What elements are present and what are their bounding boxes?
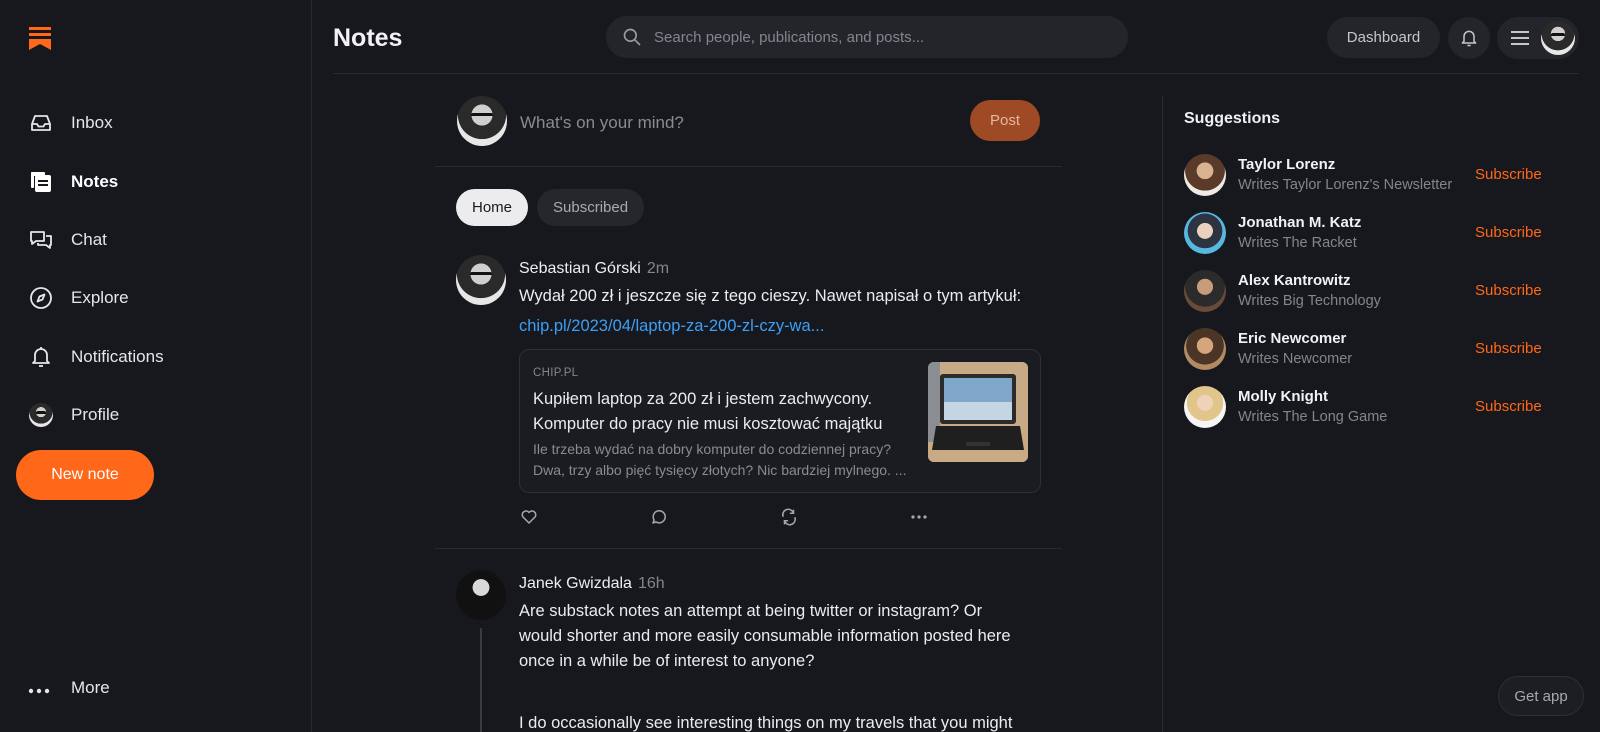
tab-home[interactable]: Home xyxy=(456,189,529,226)
suggestion-name[interactable]: Taylor Lorenz xyxy=(1238,156,1335,173)
profile-avatar-wrapper xyxy=(28,402,54,428)
feed-tabs: Home Subscribed xyxy=(456,189,645,226)
post-actions xyxy=(519,507,929,527)
chat-icon xyxy=(28,227,54,253)
restack-icon[interactable] xyxy=(779,507,799,527)
post-text: Are substack notes an attempt at being t… xyxy=(519,602,1011,670)
post-time: 2m xyxy=(646,260,670,277)
avatar[interactable] xyxy=(1184,154,1226,196)
like-icon[interactable] xyxy=(519,507,539,527)
composer-input[interactable]: What's on your mind? xyxy=(520,113,684,133)
suggestion-subtitle: Writes Big Technology xyxy=(1238,293,1381,309)
note-post: Sebastian Górski 2m Wydał 200 zł i jeszcz… xyxy=(456,255,1041,535)
sidebar-item-notifications[interactable]: Notifications xyxy=(0,328,312,386)
header-divider xyxy=(333,73,1579,74)
suggestion-name[interactable]: Molly Knight xyxy=(1238,388,1328,405)
get-app-button[interactable]: Get app xyxy=(1498,676,1584,716)
post-header: Sebastian Górski 2m xyxy=(519,260,669,278)
search-bar[interactable] xyxy=(606,16,1128,58)
sidebar-item-profile[interactable]: Profile xyxy=(0,386,312,444)
post-link[interactable]: chip.pl/2023/04/laptop-za-200-zl-czy-wa.… xyxy=(519,317,824,336)
avatar[interactable] xyxy=(456,570,506,620)
suggestion-item: Molly Knight Writes The Long Game Subscr… xyxy=(1184,386,1574,434)
column-divider xyxy=(1162,96,1163,732)
note-composer: What's on your mind? Post xyxy=(435,96,1062,167)
subscribe-button[interactable]: Subscribe xyxy=(1475,398,1542,415)
more-dots-icon xyxy=(28,682,54,694)
sidebar-nav: Inbox Notes Chat Explore Notifications P… xyxy=(0,94,312,444)
avatar[interactable] xyxy=(1184,386,1226,428)
note-post: Janek Gwizdala 16h Are substack notes an … xyxy=(456,570,1041,732)
sidebar-item-label: Profile xyxy=(71,405,120,425)
sidebar-item-inbox[interactable]: Inbox xyxy=(0,94,312,152)
author-name[interactable]: Janek Gwizdala xyxy=(519,575,632,592)
suggestion-subtitle: Writes Taylor Lorenz's Newsletter xyxy=(1238,177,1453,193)
sidebar-item-label: Notes xyxy=(71,171,119,191)
sidebar-item-label: Explore xyxy=(71,288,129,308)
subscribe-button[interactable]: Subscribe xyxy=(1475,166,1542,183)
post-time: 16h xyxy=(637,575,665,592)
more-label: More xyxy=(71,678,110,697)
avatar[interactable] xyxy=(456,255,506,305)
card-source: CHIP.PL xyxy=(533,367,579,379)
subscribe-button[interactable]: Subscribe xyxy=(1475,282,1542,299)
page-title: Notes xyxy=(333,24,403,52)
post-divider xyxy=(435,548,1062,549)
compass-icon xyxy=(28,285,54,311)
link-preview-card[interactable]: CHIP.PL Kupiłem laptop za 200 zł i jeste… xyxy=(519,349,1041,493)
avatar[interactable] xyxy=(1184,328,1226,370)
subscribe-button[interactable]: Subscribe xyxy=(1475,340,1542,357)
search-icon xyxy=(623,28,641,46)
suggestion-item: Taylor Lorenz Writes Taylor Lorenz's New… xyxy=(1184,154,1574,202)
post-header: Janek Gwizdala 16h xyxy=(519,575,665,593)
avatar xyxy=(1541,21,1575,55)
suggestion-name[interactable]: Alex Kantrowitz xyxy=(1238,272,1351,289)
suggestion-name[interactable]: Jonathan M. Katz xyxy=(1238,214,1361,231)
sidebar: Inbox Notes Chat Explore Notifications P… xyxy=(0,0,312,732)
suggestion-subtitle: Writes The Long Game xyxy=(1238,409,1388,425)
sidebar-item-chat[interactable]: Chat xyxy=(0,211,312,269)
more-button[interactable]: More xyxy=(28,678,110,698)
subscribe-button[interactable]: Subscribe xyxy=(1475,224,1542,241)
author-name[interactable]: Sebastian Górski xyxy=(519,260,641,277)
thread-line xyxy=(480,628,482,732)
avatar[interactable] xyxy=(1184,212,1226,254)
substack-logo-icon[interactable] xyxy=(28,26,52,50)
notifications-button[interactable] xyxy=(1448,17,1490,59)
user-menu-button[interactable] xyxy=(1497,17,1579,59)
bell-icon xyxy=(28,344,54,370)
suggestions-title: Suggestions xyxy=(1184,110,1281,127)
inbox-icon xyxy=(28,110,54,136)
post-text-continued: I do occasionally see interesting things… xyxy=(519,714,1013,732)
suggestion-subtitle: Writes The Racket xyxy=(1238,235,1357,251)
bell-icon xyxy=(1461,30,1477,47)
post-button[interactable]: Post xyxy=(970,100,1040,141)
dashboard-button[interactable]: Dashboard xyxy=(1327,17,1440,58)
avatar[interactable] xyxy=(1184,270,1226,312)
more-options-icon[interactable] xyxy=(909,507,929,527)
search-input[interactable] xyxy=(654,28,1094,46)
sidebar-item-label: Inbox xyxy=(71,113,113,133)
tab-subscribed[interactable]: Subscribed xyxy=(537,189,645,226)
suggestion-item: Alex Kantrowitz Writes Big Technology Su… xyxy=(1184,270,1574,318)
avatar xyxy=(457,96,507,146)
suggestion-name[interactable]: Eric Newcomer xyxy=(1238,330,1346,347)
avatar xyxy=(29,403,53,428)
comment-icon[interactable] xyxy=(649,507,669,527)
sidebar-item-label: Notifications xyxy=(71,346,164,366)
suggestion-subtitle: Writes Newcomer xyxy=(1238,351,1353,367)
card-thumbnail xyxy=(928,362,1028,462)
sidebar-item-explore[interactable]: Explore xyxy=(0,269,312,327)
new-note-button[interactable]: New note xyxy=(16,450,154,500)
suggestion-item: Jonathan M. Katz Writes The Racket Subsc… xyxy=(1184,212,1574,260)
hamburger-icon xyxy=(1511,31,1529,45)
suggestion-item: Eric Newcomer Writes Newcomer Subscribe xyxy=(1184,328,1574,376)
card-title: Kupiłem laptop za 200 zł i jestem zachwy… xyxy=(533,390,883,433)
sidebar-item-notes[interactable]: Notes xyxy=(0,152,312,210)
sidebar-item-label: Chat xyxy=(71,229,107,249)
card-description: Ile trzeba wydać na dobry komputer do co… xyxy=(533,441,907,478)
post-text: Wydał 200 zł i jeszcze się z tego cieszy… xyxy=(519,287,1022,305)
notes-icon xyxy=(28,169,54,195)
